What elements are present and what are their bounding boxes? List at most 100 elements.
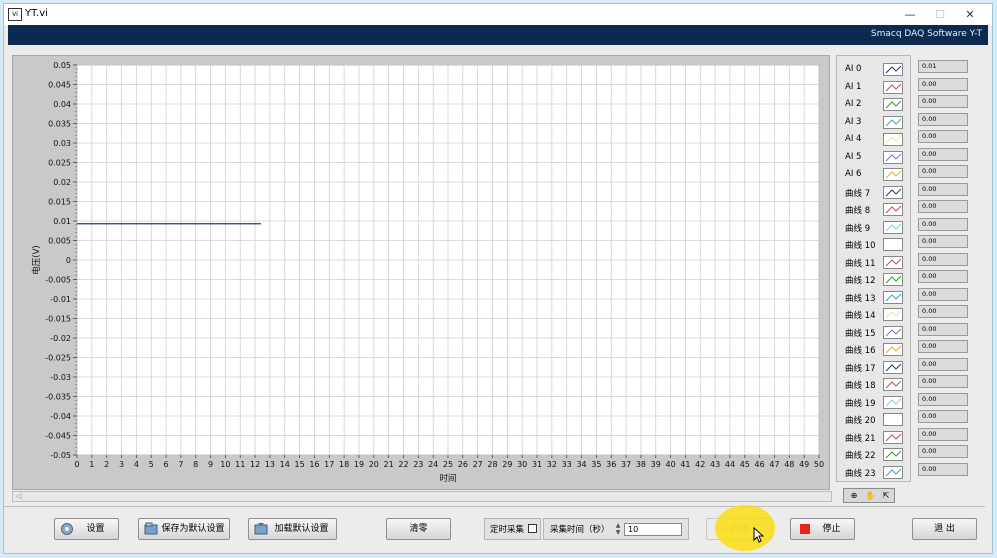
x-tick-label: 42 <box>695 460 705 469</box>
legend-row[interactable]: 曲线 13 <box>837 289 912 306</box>
y-tick-label: 0.02 <box>53 178 71 187</box>
legend-swatch-line <box>885 240 902 249</box>
legend-swatch-icon[interactable] <box>883 220 903 234</box>
legend-swatch-icon[interactable] <box>883 185 903 199</box>
legend-row[interactable]: 曲线 18 <box>837 376 912 393</box>
legend-swatch-icon[interactable] <box>883 255 903 269</box>
channel-value-display: 0.00 <box>918 112 968 126</box>
yt-chart[interactable]: 0 1 2 3 4 5 6 7 8 9 10 11 12 13 14 15 16 17 18 19 20 21 22 23 24… <box>13 56 831 491</box>
legend-row[interactable]: 曲线 17 <box>837 359 912 376</box>
legend-row[interactable]: 曲线 16 <box>837 341 912 358</box>
x-tick-label: 19 <box>354 460 364 469</box>
legend-swatch-icon[interactable] <box>883 395 903 409</box>
legend-swatch-line <box>885 468 902 476</box>
y-tick-label: 0.005 <box>48 237 71 246</box>
minimize-button[interactable]: — <box>895 6 925 23</box>
x-tick-label: 0 <box>74 460 79 469</box>
legend-row[interactable]: AI 4 <box>837 131 912 148</box>
legend-swatch-line <box>885 100 902 109</box>
legend-label: 曲线 11 <box>845 258 876 269</box>
legend-row[interactable]: AI 0 <box>837 61 912 78</box>
legend-swatch-icon[interactable] <box>883 80 903 94</box>
save-default-button[interactable]: 保存为默认设置 <box>138 518 230 540</box>
legend-row[interactable]: AI 2 <box>837 96 912 113</box>
legend-label: AI 1 <box>845 81 862 92</box>
legend-swatch-icon[interactable] <box>883 465 903 479</box>
legend-swatch-icon[interactable] <box>883 360 903 374</box>
zoom-tool-icon[interactable]: ⊕ <box>847 490 861 501</box>
timed-capture-label: 定时采集 <box>490 525 525 535</box>
legend-swatch-icon[interactable] <box>883 168 903 181</box>
settings-label: 设置 <box>86 524 105 534</box>
legend-swatch-line <box>885 258 902 266</box>
capture-time-spinner[interactable]: ▲ ▼ <box>614 522 622 537</box>
legend-swatch-icon[interactable] <box>883 290 903 304</box>
legend-row[interactable]: 曲线 11 <box>837 254 912 271</box>
legend-swatch-icon[interactable] <box>883 203 903 216</box>
channel-value-display: 0.00 <box>918 305 968 318</box>
legend-label: 曲线 23 <box>845 468 876 479</box>
x-tick-label: 40 <box>666 460 676 469</box>
y-tick-label: -0.025 <box>45 354 71 363</box>
legend-swatch-line <box>885 170 902 179</box>
legend-row[interactable]: 曲线 7 <box>837 184 912 201</box>
x-tick-label: 47 <box>769 460 779 469</box>
x-tick-label: 3 <box>119 460 124 469</box>
vi-icon: VI <box>8 8 22 21</box>
legend-row[interactable]: AI 6 <box>837 166 912 183</box>
legend-label: 曲线 17 <box>845 363 876 374</box>
legend-row[interactable]: 曲线 22 <box>837 446 912 463</box>
legend-row[interactable]: 曲线 21 <box>837 429 912 446</box>
legend-swatch-icon[interactable] <box>883 273 903 286</box>
legend-label: AI 4 <box>845 134 862 144</box>
legend-swatch-icon[interactable] <box>883 150 903 164</box>
legend-row[interactable]: AI 5 <box>837 149 912 166</box>
clear-button[interactable]: 清零 <box>386 518 451 540</box>
legend-swatch-line <box>885 363 902 371</box>
timed-capture-group: 定时采集 <box>484 518 541 540</box>
legend-row[interactable]: 曲线 8 <box>837 201 912 218</box>
legend-swatch-icon[interactable] <box>883 115 903 129</box>
maximize-button[interactable]: ☐ <box>925 6 955 23</box>
legend-swatch-icon[interactable] <box>883 308 903 321</box>
x-scrollbar[interactable]: ◁ <box>12 491 832 502</box>
legend-swatch-icon[interactable] <box>883 378 903 391</box>
stop-button[interactable]: 停止 <box>790 518 855 540</box>
legend-row[interactable]: 曲线 20 <box>837 411 912 428</box>
settings-button[interactable]: 设置 <box>54 518 119 540</box>
capture-time-input[interactable]: 10 <box>624 523 682 536</box>
channel-value-display: 0.00 <box>918 462 968 476</box>
legend-row[interactable]: 曲线 9 <box>837 219 912 236</box>
legend-row[interactable]: 曲线 14 <box>837 306 912 323</box>
scroll-left-arrow[interactable]: ◁ <box>16 492 21 500</box>
legend-row[interactable]: 曲线 10 <box>837 236 912 253</box>
pan-tool-icon[interactable]: ✋ <box>863 490 877 501</box>
legend-swatch-icon[interactable] <box>883 238 903 251</box>
load-default-button[interactable]: 加载默认设置 <box>248 518 337 540</box>
cursor-tool-icon[interactable]: ⇱ <box>879 490 893 501</box>
legend-swatch-icon[interactable] <box>883 325 903 339</box>
legend-row[interactable]: 曲线 19 <box>837 394 912 411</box>
legend-swatch-icon[interactable] <box>883 413 903 426</box>
legend-swatch-icon[interactable] <box>883 98 903 111</box>
legend-swatch-icon[interactable] <box>883 133 903 146</box>
legend-row[interactable]: 曲线 15 <box>837 324 912 341</box>
legend-swatch-icon[interactable] <box>883 448 903 461</box>
legend-label: AI 0 <box>845 64 862 74</box>
x-axis-label: 时间 <box>439 473 456 484</box>
plot-panel: 0 1 2 3 4 5 6 7 8 9 10 11 12 13 14 15 16 17 18 19 20 21 22 23 24… <box>12 55 830 490</box>
legend-row[interactable]: 曲线 12 <box>837 271 912 288</box>
legend-label: 曲线 7 <box>845 188 871 199</box>
legend-row[interactable]: 曲线 23 <box>837 464 912 481</box>
mouse-pointer-icon <box>753 527 764 543</box>
legend-row[interactable]: AI 3 <box>837 114 912 131</box>
exit-button[interactable]: 退 出 <box>912 518 977 540</box>
legend-swatch-icon[interactable] <box>883 63 903 76</box>
timed-capture-checkbox[interactable] <box>528 524 537 533</box>
x-tick-label: 11 <box>235 460 245 469</box>
y-tick-label: -0.005 <box>45 276 71 285</box>
legend-swatch-icon[interactable] <box>883 430 903 444</box>
close-button[interactable]: ✕ <box>955 6 985 23</box>
legend-swatch-icon[interactable] <box>883 343 903 356</box>
legend-row[interactable]: AI 1 <box>837 79 912 96</box>
